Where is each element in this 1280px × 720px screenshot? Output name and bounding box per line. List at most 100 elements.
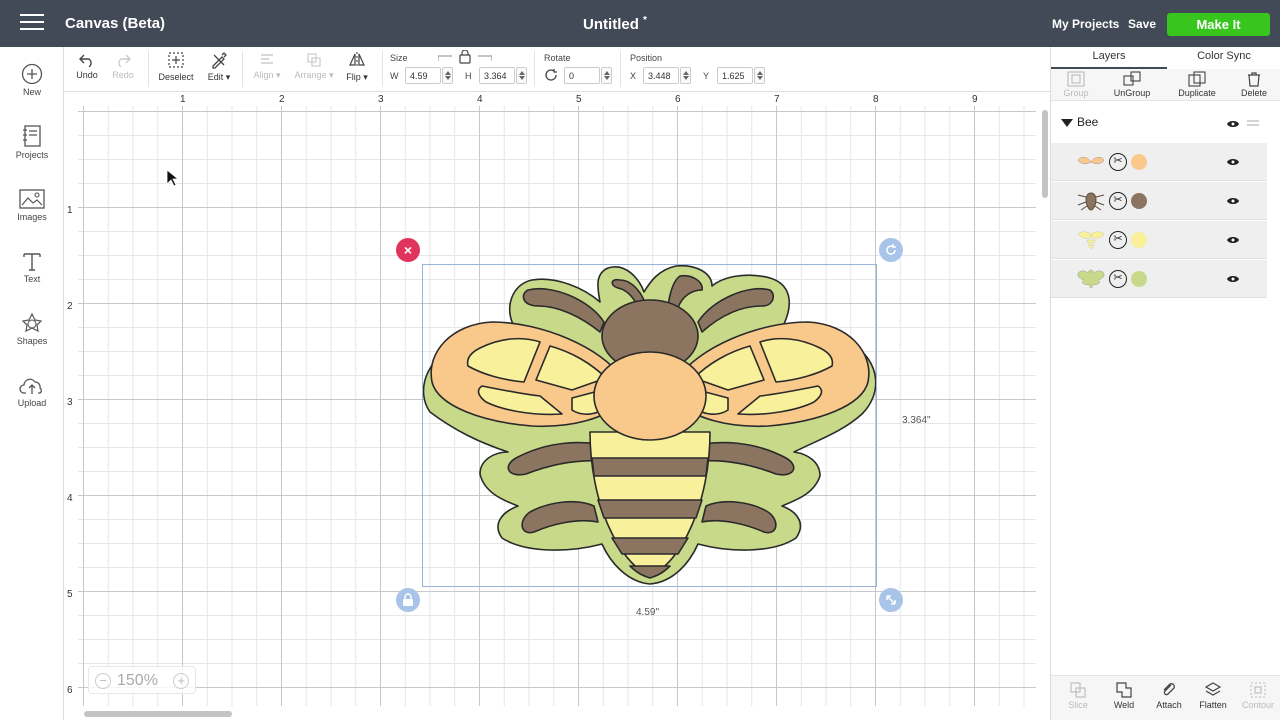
slice-button[interactable]: Slice [1061, 682, 1095, 710]
unsaved-marker: * [643, 15, 647, 26]
selection-box[interactable] [422, 264, 877, 587]
contour-button[interactable]: Contour [1239, 682, 1277, 710]
edit-dropdown[interactable]: Edit ▾ [204, 51, 234, 83]
sidebar-item-label: Upload [17, 398, 47, 408]
bee-outline-thumb [1077, 269, 1105, 289]
arrange-icon [307, 53, 321, 67]
layer-color-swatch[interactable] [1131, 271, 1147, 287]
width-stepper[interactable] [442, 67, 453, 84]
eye-icon[interactable] [1227, 120, 1239, 128]
rotate-stepper[interactable] [601, 67, 612, 84]
rotate-icon [545, 69, 557, 81]
lock-handle[interactable] [396, 588, 420, 612]
zoom-out-button[interactable]: − [95, 673, 111, 689]
position-x-input[interactable] [643, 67, 679, 84]
chevron-down-icon: ▾ [360, 72, 368, 82]
chevron-down-icon: ▾ [223, 72, 231, 82]
height-stepper[interactable] [516, 67, 527, 84]
scissors-cut-icon[interactable]: ✂ [1109, 153, 1127, 171]
lock-ratio-icon[interactable] [438, 50, 492, 64]
undo-icon [79, 54, 92, 67]
rotate-handle[interactable] [879, 238, 903, 262]
ungroup-label: UnGroup [1113, 88, 1151, 98]
ruler-x-tick: 4 [477, 94, 483, 105]
ungroup-button[interactable]: UnGroup [1109, 71, 1155, 98]
layer-color-swatch[interactable] [1131, 193, 1147, 209]
drag-handle-icon[interactable] [1247, 119, 1259, 127]
bee-wings-thumb [1077, 157, 1105, 164]
paperclip-icon [1163, 683, 1175, 696]
weld-button[interactable]: Weld [1107, 682, 1141, 710]
eye-icon[interactable] [1227, 275, 1239, 283]
ruler-x-tick: 9 [972, 94, 978, 105]
zoom-control: − 150% + [88, 666, 196, 694]
width-label: W [390, 71, 399, 81]
position-y-input[interactable] [717, 67, 753, 84]
eye-icon[interactable] [1227, 197, 1239, 205]
attach-label: Attach [1156, 700, 1182, 710]
tab-layers[interactable]: Layers [1051, 50, 1167, 69]
lock-icon [403, 593, 413, 606]
scissors-cut-icon[interactable]: ✂ [1109, 270, 1127, 288]
group-icon [1067, 71, 1085, 87]
rotate-input[interactable] [564, 67, 600, 84]
layer-row[interactable]: ✂ [1051, 182, 1267, 220]
sidebar-item-shapes[interactable]: Shapes [0, 312, 64, 346]
sidebar-item-images[interactable]: Images [0, 188, 64, 222]
width-input[interactable] [405, 67, 441, 84]
chevron-down-icon[interactable] [1061, 119, 1073, 127]
save-link[interactable]: Save [1128, 17, 1156, 31]
vertical-scrollbar[interactable] [1042, 110, 1048, 198]
mouse-cursor-icon [166, 169, 178, 187]
redo-button[interactable]: Redo [110, 53, 136, 80]
layer-color-swatch[interactable] [1131, 154, 1147, 170]
layer-row[interactable]: ✂ [1051, 143, 1267, 181]
undo-button[interactable]: Undo [74, 53, 100, 80]
tab-color-sync[interactable]: Color Sync [1167, 50, 1280, 69]
duplicate-button[interactable]: Duplicate [1171, 71, 1223, 98]
bee-stripes-thumb [1077, 231, 1105, 250]
delete-button[interactable]: Delete [1237, 71, 1271, 98]
layer-group-row[interactable]: Bee [1051, 111, 1280, 135]
layer-row[interactable]: ✂ [1051, 260, 1267, 298]
group-name: Bee [1077, 115, 1099, 129]
zoom-in-button[interactable]: + [173, 673, 189, 689]
position-label: Position [630, 53, 663, 63]
horizontal-scrollbar[interactable] [84, 711, 232, 717]
delete-handle[interactable]: × [396, 238, 420, 262]
height-input[interactable] [479, 67, 515, 84]
design-canvas[interactable]: 1 2 3 4 5 6 7 8 9 1 2 3 4 5 6 × 3.364" 4… [64, 92, 1050, 720]
scissors-cut-icon[interactable]: ✂ [1109, 231, 1127, 249]
my-projects-link[interactable]: My Projects [1052, 17, 1119, 31]
eye-icon[interactable] [1227, 158, 1239, 166]
ruler-x-tick: 6 [675, 94, 681, 105]
scissors-cut-icon[interactable]: ✂ [1109, 192, 1127, 210]
position-y-stepper[interactable] [754, 67, 765, 84]
sidebar-item-new[interactable]: New [0, 63, 64, 97]
flip-dropdown[interactable]: Flip ▾ [342, 51, 372, 83]
left-sidebar: New Projects Images Text Shapes Upload [0, 47, 64, 720]
sidebar-item-projects[interactable]: Projects [0, 124, 64, 160]
text-t-icon [23, 253, 41, 271]
trash-icon [1248, 72, 1260, 87]
make-it-button[interactable]: Make It [1167, 13, 1270, 36]
attach-button[interactable]: Attach [1151, 682, 1187, 710]
flatten-button[interactable]: Flatten [1195, 682, 1231, 710]
width-dimension-label: 4.59" [636, 607, 660, 618]
x-label: X [630, 71, 637, 81]
layer-actions-bar: Group UnGroup Duplicate Delete [1051, 69, 1280, 101]
sidebar-item-upload[interactable]: Upload [0, 376, 64, 408]
scale-handle[interactable] [879, 588, 903, 612]
layer-row[interactable]: ✂ [1051, 221, 1267, 259]
sidebar-item-text[interactable]: Text [0, 250, 64, 284]
arrange-dropdown[interactable]: Arrange ▾ [292, 53, 336, 81]
group-button[interactable]: Group [1059, 71, 1093, 98]
toolbar-divider [242, 51, 243, 87]
flip-label: Flip [346, 72, 361, 82]
position-x-stepper[interactable] [680, 67, 691, 84]
align-dropdown[interactable]: Align ▾ [250, 53, 284, 81]
eye-icon[interactable] [1227, 236, 1239, 244]
deselect-button[interactable]: Deselect [157, 51, 195, 82]
ruler-x-tick: 5 [576, 94, 582, 105]
layer-color-swatch[interactable] [1131, 232, 1147, 248]
